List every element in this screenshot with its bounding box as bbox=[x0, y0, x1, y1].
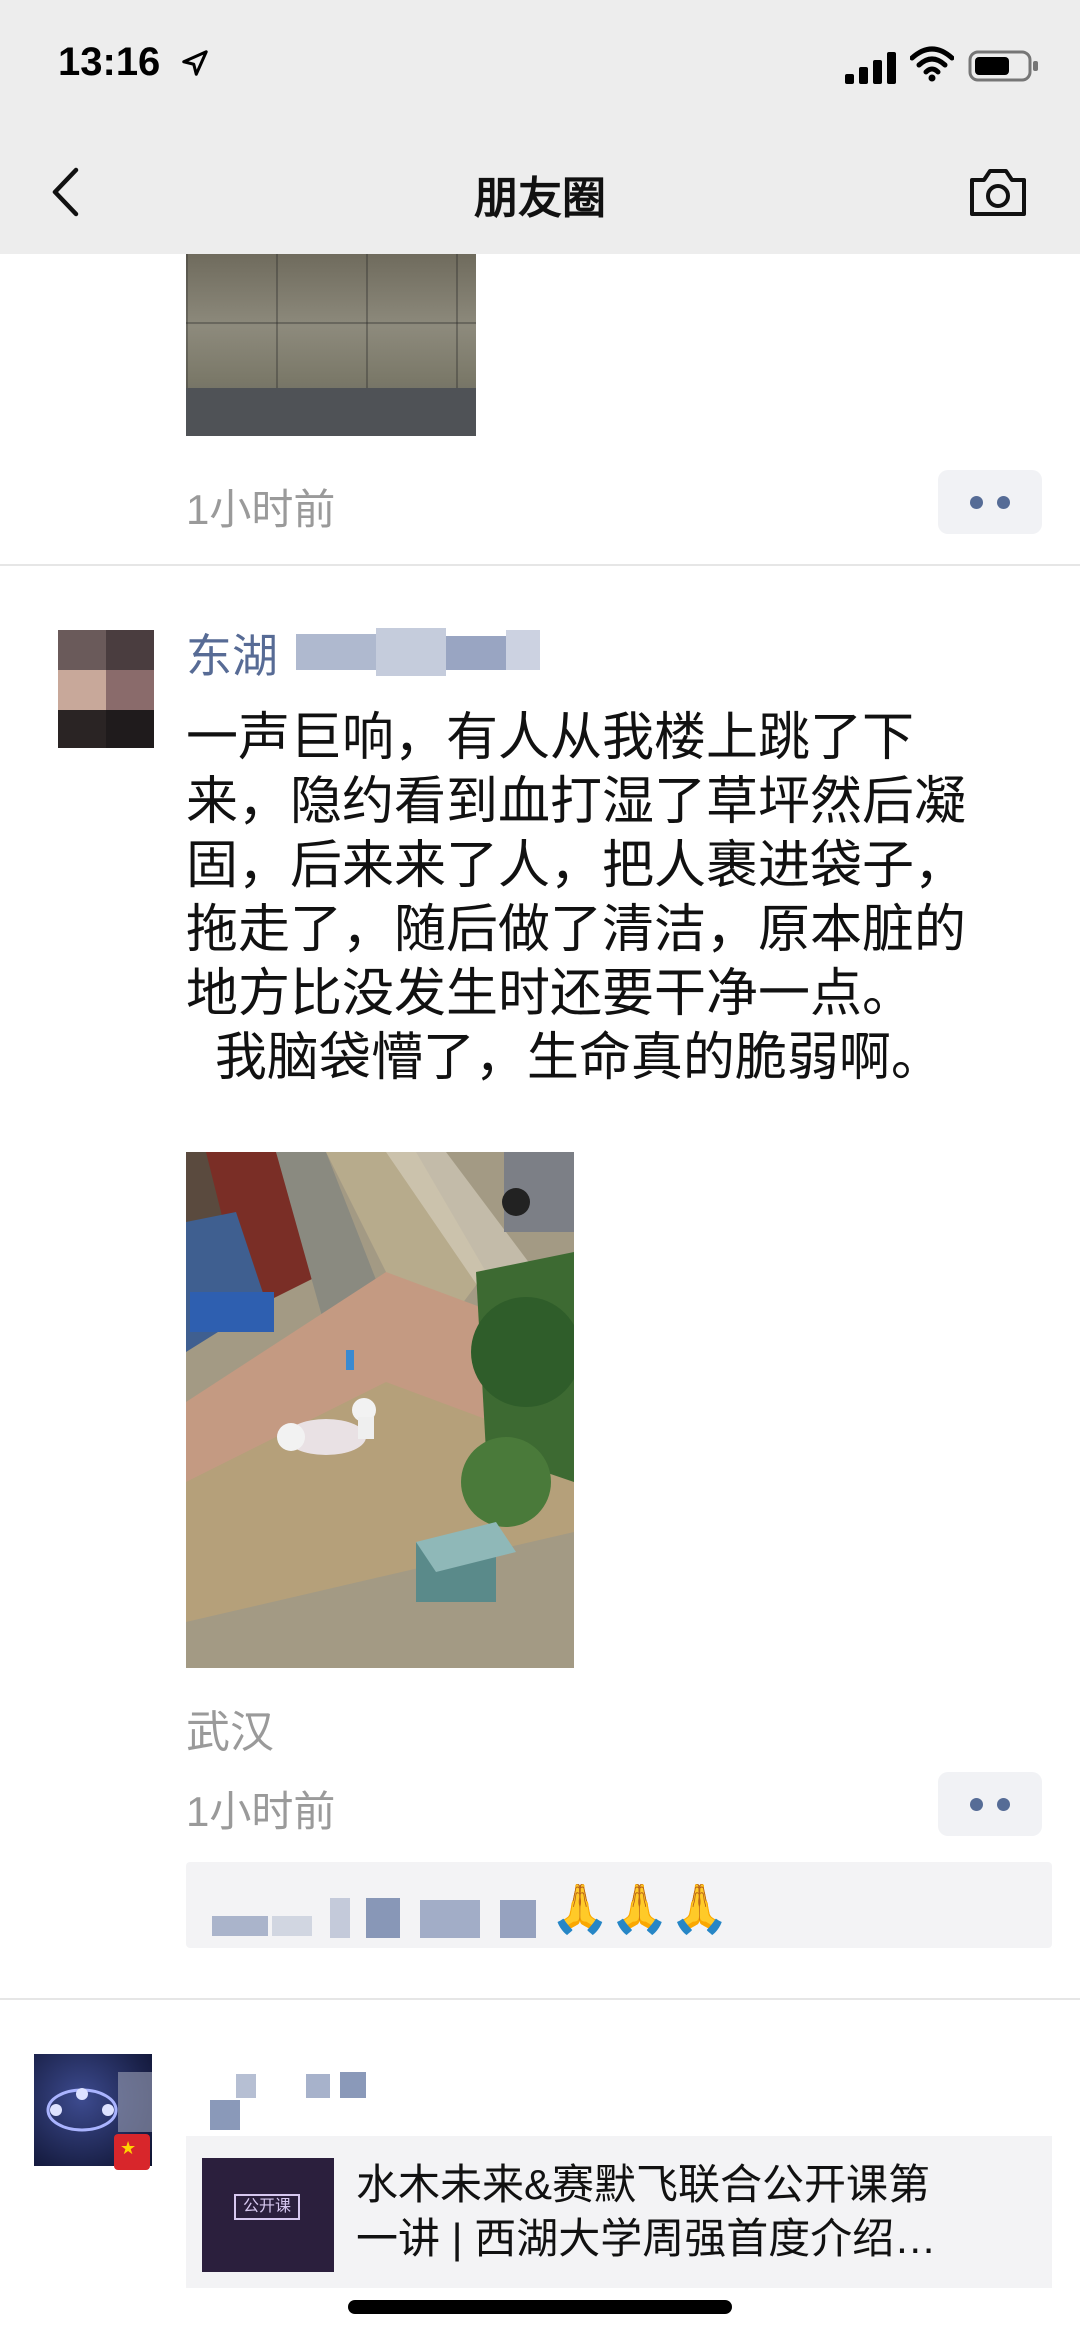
link-thumb-badge: 公开课 bbox=[234, 2194, 300, 2220]
post-divider bbox=[0, 1998, 1080, 2000]
blurred-comment-pixel bbox=[272, 1916, 312, 1936]
avatar-pixel bbox=[106, 710, 154, 748]
post-image-previous[interactable] bbox=[186, 254, 476, 436]
camera-icon bbox=[970, 169, 1026, 216]
blurred-name-pixel bbox=[506, 630, 540, 670]
flag-icon: ★ bbox=[114, 2134, 150, 2170]
post-text-line: 一声巨响，有人从我楼上跳了下 bbox=[186, 709, 915, 767]
page-title: 朋友圈 bbox=[474, 174, 606, 223]
blurred-comment-pixel bbox=[500, 1900, 536, 1938]
more-actions-button[interactable] bbox=[938, 470, 1042, 534]
link-title-line: 一讲 | 西湖大学周强首度介绍… bbox=[356, 2215, 937, 2262]
avatar-pixel bbox=[106, 630, 154, 670]
battery-icon bbox=[968, 50, 1038, 82]
dot-icon bbox=[997, 495, 1010, 509]
nav-bar: 朋友圈 bbox=[0, 130, 1080, 254]
image-strip bbox=[186, 388, 476, 436]
status-bar: 13:16 bbox=[0, 0, 1080, 130]
post-text: 一声巨响，有人从我楼上跳了下 来，隐约看到血打湿了草坪然后凝 固，后来来了人，把… bbox=[186, 706, 1056, 1090]
post-text-line: 固，后来来了人，把人裹进袋子， bbox=[186, 837, 967, 895]
post-divider bbox=[0, 564, 1080, 566]
blurred-comment-pixel bbox=[420, 1900, 480, 1938]
dot-icon bbox=[997, 1797, 1010, 1811]
link-title-line: 水木未来&赛默飞联合公开课第 bbox=[356, 2161, 931, 2208]
blurred-comment-pixel bbox=[212, 1916, 268, 1936]
status-time: 13:16 bbox=[58, 40, 161, 84]
blurred-comment-pixel bbox=[330, 1898, 350, 1938]
blurred-name-pixel bbox=[340, 2072, 366, 2098]
link-title: 水木未来&赛默飞联合公开课第 一讲 | 西湖大学周强首度介绍… bbox=[356, 2158, 1036, 2266]
wifi-icon bbox=[910, 46, 954, 82]
avatar-pixel bbox=[58, 670, 106, 710]
post-text-line: 我脑袋懵了，生命真的脆弱啊。 bbox=[186, 1029, 943, 1087]
avatar[interactable] bbox=[58, 630, 154, 748]
cellular-signal-icon bbox=[845, 52, 896, 84]
blurred-name-pixel bbox=[296, 634, 376, 670]
comment-emoji: 🙏🙏🙏 bbox=[550, 1883, 730, 1936]
more-actions-button[interactable] bbox=[938, 1772, 1042, 1836]
blurred-name-pixel bbox=[376, 628, 446, 676]
dot-icon bbox=[970, 495, 983, 509]
home-indicator[interactable] bbox=[348, 2300, 732, 2314]
camera-button[interactable] bbox=[966, 164, 1030, 220]
avatar-pixel bbox=[58, 710, 106, 748]
dot-icon bbox=[970, 1797, 983, 1811]
location-arrow-icon bbox=[182, 50, 208, 76]
blurred-name-pixel bbox=[306, 2074, 330, 2098]
blurred-name-pixel bbox=[236, 2074, 256, 2098]
avatar-pixel bbox=[58, 630, 106, 670]
post-text-line: 来，隐约看到血打湿了草坪然后凝 bbox=[186, 773, 967, 831]
blurred-name-pixel bbox=[210, 2100, 240, 2130]
post-location[interactable]: 武汉 bbox=[186, 1696, 274, 1760]
blurred-name-pixel bbox=[446, 636, 506, 670]
shared-link-card[interactable]: 公开课 水木未来&赛默飞联合公开课第 一讲 | 西湖大学周强首度介绍… bbox=[186, 2136, 1052, 2288]
post-text-line: 拖走了，随后做了清洁，原本脏的 bbox=[186, 901, 967, 959]
post-time: 1小时前 bbox=[186, 1788, 336, 1835]
post-image-drawing bbox=[186, 1152, 574, 1668]
post-image[interactable] bbox=[186, 1152, 574, 1668]
blurred-comment-pixel bbox=[366, 1898, 400, 1938]
avatar-pixel bbox=[106, 670, 154, 710]
post-time: 1小时前 bbox=[186, 486, 336, 533]
post-author[interactable]: 东湖 bbox=[186, 620, 278, 686]
link-thumbnail: 公开课 bbox=[202, 2158, 334, 2272]
post-text-line: 地方比没发生时还要干净一点。 bbox=[186, 965, 915, 1023]
